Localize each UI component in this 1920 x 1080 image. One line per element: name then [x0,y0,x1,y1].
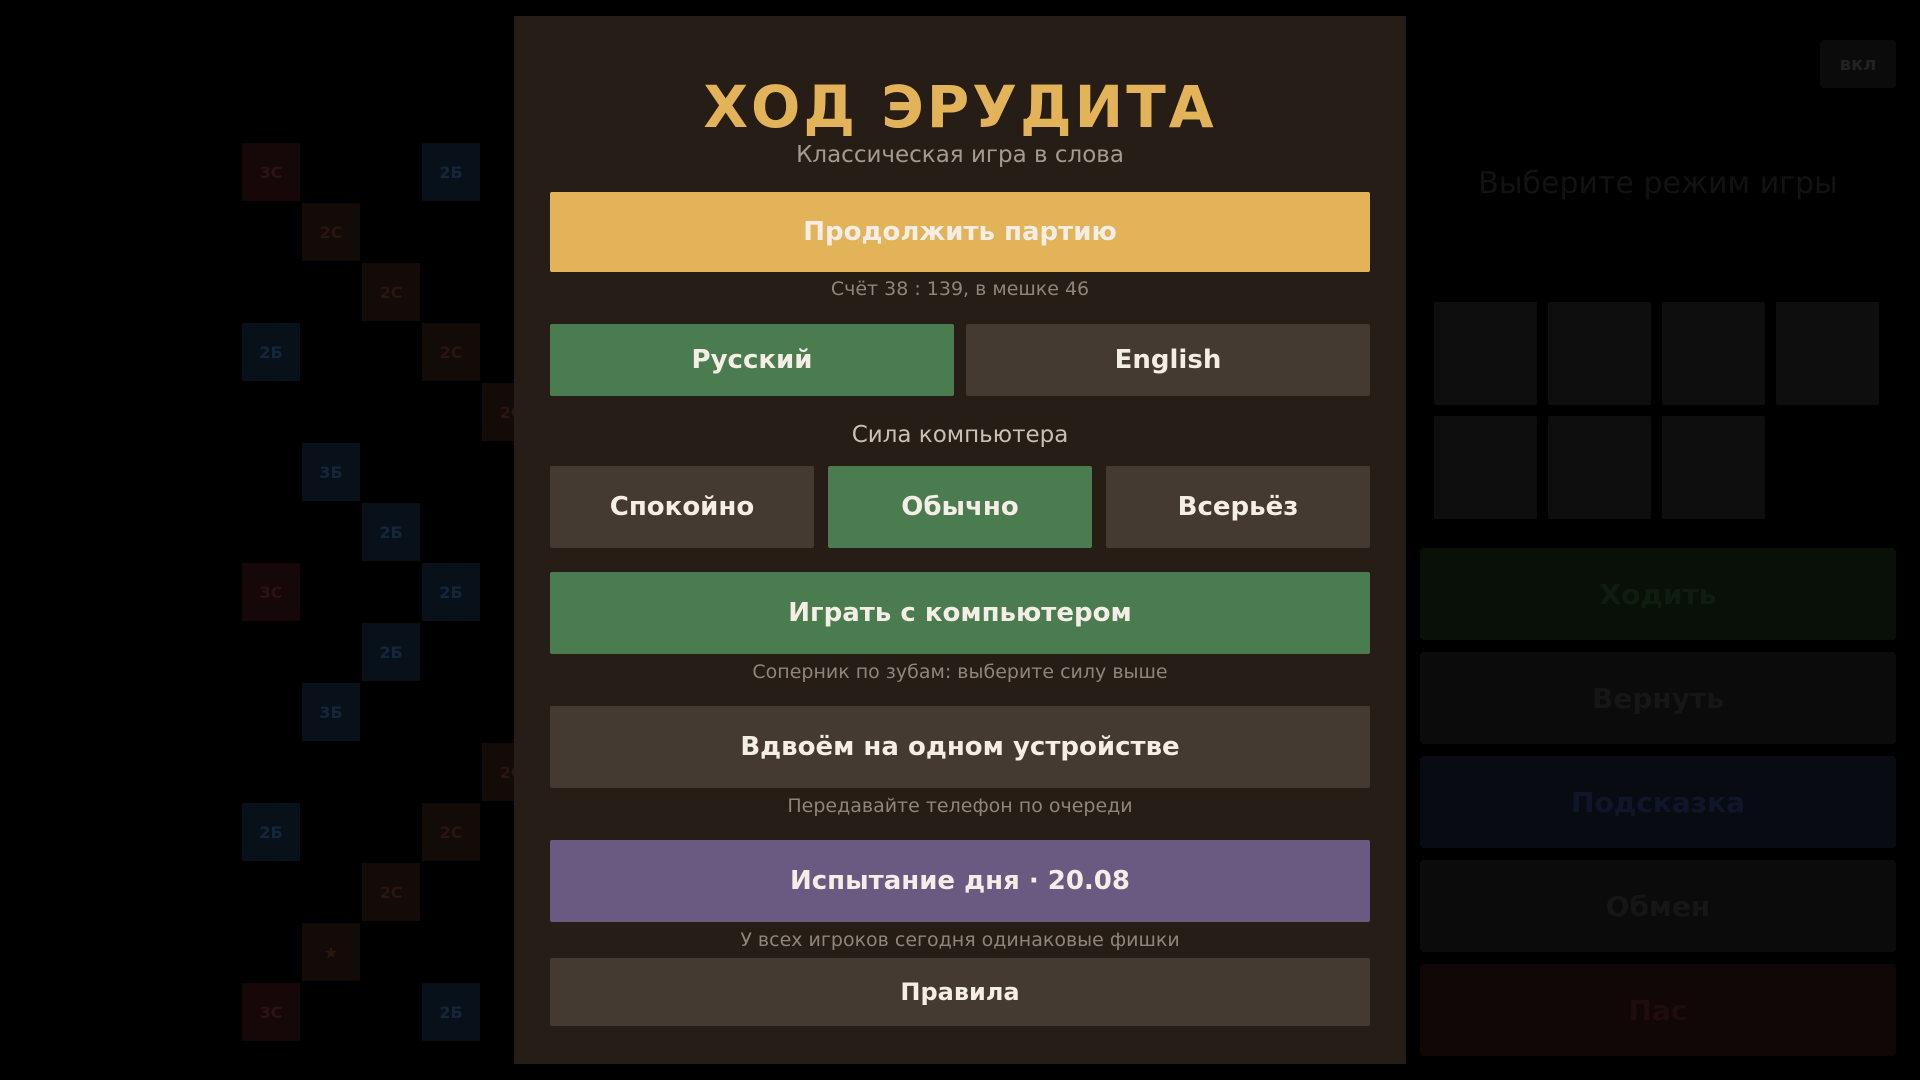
sound-toggle-button[interactable]: вкл [1820,40,1896,88]
pass-button[interactable]: Пас [1420,964,1896,1056]
move-button[interactable]: Ходить [1420,548,1896,640]
mode-hint-text: Выберите режим игры [1478,166,1838,201]
rack-tile-slot[interactable] [1434,416,1537,519]
rack-tile-slot[interactable] [1662,302,1765,405]
strength-serious-button[interactable]: Всерьёз [1106,466,1370,548]
daily-challenge-button[interactable]: Испытание дня · 20.08 [550,840,1370,922]
rack-tile-slot[interactable] [1548,416,1651,519]
board-cell-bonus[interactable]: 2С [422,803,480,861]
hint-button[interactable]: Подсказка [1420,756,1896,848]
play-vs-computer-button[interactable]: Играть с компьютером [550,572,1370,654]
continue-game-button[interactable]: Продолжить партию [550,192,1370,272]
board-cell-bonus[interactable]: 2Б [422,143,480,201]
board-cell-bonus[interactable]: 3Б [302,443,360,501]
board-cell-bonus[interactable]: 2С [362,863,420,921]
two-players-button[interactable]: Вдвоём на одном устройстве [550,706,1370,788]
game-screen: 3С 2Б 2С 2С 2Б 2С 2С 3Б 2Б 3С 2Б 2Б 3Б 2С 2Б 2С 2С ★ 3С 2Б … [0,0,1920,1080]
rack-tile-slot[interactable] [1776,302,1879,405]
start-menu-modal: ХОД ЭРУДИТА Классическая игра в слова Пр… [514,16,1406,1064]
board-cell-bonus[interactable]: 2Б [422,563,480,621]
rack-tile-slot[interactable] [1548,302,1651,405]
board-cell-bonus[interactable]: 2С [362,263,420,321]
rules-button[interactable]: Правила [550,958,1370,1026]
board-cell-bonus[interactable]: 3С [242,563,300,621]
board-cell-bonus[interactable]: 3Б [302,683,360,741]
board-cell-bonus[interactable]: ★ [302,923,360,981]
exchange-button[interactable]: Обмен [1420,860,1896,952]
continue-score-note: Счёт 38 : 139, в мешке 46 [830,278,1090,300]
language-english-button[interactable]: English [966,324,1370,396]
two-players-note: Передавайте телефон по очереди [787,795,1133,817]
board-cell-bonus[interactable]: 2Б [362,623,420,681]
strength-normal-button[interactable]: Обычно [828,466,1092,548]
board-cell-bonus[interactable]: 3С [242,983,300,1041]
board-cell-bonus[interactable]: 2Б [422,983,480,1041]
language-selector: Русский English [550,324,1370,396]
board-cell-bonus[interactable]: 2С [302,203,360,261]
board-cell-bonus[interactable]: 2Б [242,323,300,381]
play-vs-computer-note: Соперник по зубам: выберите силу выше [752,661,1168,683]
rack-tile-slot[interactable] [1662,416,1765,519]
board-cell-bonus[interactable]: 2Б [242,803,300,861]
board-cell-bonus[interactable]: 2С [422,323,480,381]
computer-strength-selector: Спокойно Обычно Всерьёз [550,466,1370,548]
game-title: ХОД ЭРУДИТА [703,73,1217,141]
rack-tile-slot[interactable] [1434,302,1537,405]
game-subtitle: Классическая игра в слова [796,142,1124,168]
undo-button[interactable]: Вернуть [1420,652,1896,744]
daily-challenge-note: У всех игроков сегодня одинаковые фишки [740,929,1180,951]
board-cell-bonus[interactable]: 3С [242,143,300,201]
computer-strength-label: Сила компьютера [851,422,1069,448]
language-russian-button[interactable]: Русский [550,324,954,396]
strength-calm-button[interactable]: Спокойно [550,466,814,548]
board-cell-bonus[interactable]: 2Б [362,503,420,561]
